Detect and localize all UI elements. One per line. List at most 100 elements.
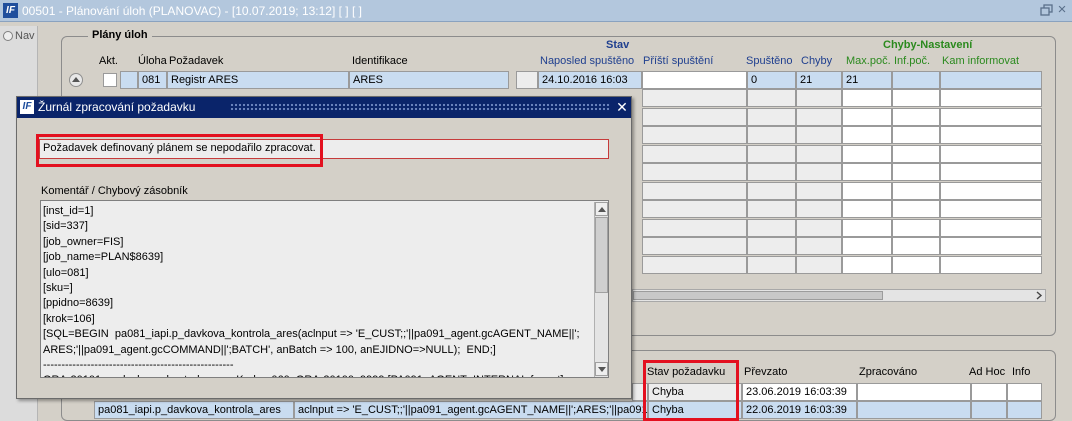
grid-empty-cell[interactable] bbox=[747, 218, 796, 237]
grid-empty-cell[interactable] bbox=[940, 237, 1042, 255]
request-info-cell[interactable] bbox=[1007, 383, 1042, 401]
row-indicator[interactable] bbox=[120, 71, 138, 89]
request-prevzato-cell[interactable]: 23.06.2019 16:03:39 bbox=[742, 383, 857, 401]
grid-empty-cell[interactable] bbox=[747, 89, 796, 107]
request-adhoc-cell[interactable] bbox=[971, 383, 1007, 401]
restore-window-icon[interactable] bbox=[1040, 4, 1054, 17]
grid-empty-cell[interactable] bbox=[642, 237, 747, 255]
grid-empty-cell[interactable] bbox=[747, 255, 796, 274]
cell-max-poc[interactable]: 21 bbox=[842, 71, 892, 89]
grid-empty-cell[interactable] bbox=[842, 89, 892, 107]
grid-empty-cell[interactable] bbox=[796, 237, 842, 255]
grid-empty-cell[interactable] bbox=[940, 126, 1042, 144]
cell-stav-button[interactable] bbox=[516, 71, 538, 89]
grid-empty-cell[interactable] bbox=[747, 126, 796, 144]
grid-empty-cell[interactable] bbox=[747, 200, 796, 218]
request-zpracovano-cell[interactable] bbox=[857, 401, 971, 419]
error-stack-textarea[interactable]: [inst_id=1] [sid=337] [job_owner=FIS] [j… bbox=[40, 200, 609, 378]
grid-empty-cell[interactable] bbox=[940, 144, 1042, 163]
dialog-close-icon[interactable]: ✕ bbox=[615, 98, 629, 116]
scroll-right-icon[interactable] bbox=[1034, 291, 1043, 300]
log-vertical-scrollbar[interactable] bbox=[594, 202, 608, 377]
grid-empty-cell[interactable] bbox=[940, 218, 1042, 237]
grid-empty-cell[interactable] bbox=[892, 107, 940, 126]
grid-empty-cell[interactable] bbox=[642, 200, 747, 218]
grid-empty-cell[interactable] bbox=[642, 163, 747, 181]
request-params-cell[interactable]: aclnput => 'E_CUST;;'||pa091_agent.gcAGE… bbox=[294, 401, 648, 419]
scroll-up-icon[interactable] bbox=[595, 202, 608, 216]
grid-empty-cell[interactable] bbox=[642, 255, 747, 274]
grid-empty-cell[interactable] bbox=[892, 181, 940, 200]
request-info-cell[interactable] bbox=[1007, 401, 1042, 419]
grid-empty-cell[interactable] bbox=[842, 144, 892, 163]
grid-empty-cell[interactable] bbox=[642, 181, 747, 200]
grid-empty-cell[interactable] bbox=[796, 126, 842, 144]
cell-pozadavek[interactable]: Registr ARES bbox=[167, 71, 349, 89]
grid-empty-cell[interactable] bbox=[842, 237, 892, 255]
grid-empty-cell[interactable] bbox=[842, 181, 892, 200]
cell-uloha[interactable]: 081 bbox=[138, 71, 167, 89]
grid-empty-cell[interactable] bbox=[796, 181, 842, 200]
grid-empty-cell[interactable] bbox=[842, 163, 892, 181]
nav-radio-button[interactable] bbox=[3, 31, 13, 41]
grid-empty-cell[interactable] bbox=[642, 89, 747, 107]
grid-empty-cell[interactable] bbox=[892, 89, 940, 107]
header-naposled: Naposled spuštěno bbox=[540, 55, 635, 67]
request-proc-cell[interactable]: pa081_iapi.p_davkova_kontrola_ares bbox=[94, 401, 294, 419]
grid-empty-cell[interactable] bbox=[892, 144, 940, 163]
grid-empty-cell[interactable] bbox=[892, 200, 940, 218]
grid-empty-cell[interactable] bbox=[892, 163, 940, 181]
grid-empty-cell[interactable] bbox=[747, 144, 796, 163]
grid-empty-cell[interactable] bbox=[940, 89, 1042, 107]
dialog-title-bar[interactable]: IF Žurnál zpracování požadavku ✕ bbox=[17, 97, 631, 118]
scroll-down-icon[interactable] bbox=[595, 362, 608, 376]
grid-empty-cell[interactable] bbox=[940, 163, 1042, 181]
grid-horizontal-scrollbar[interactable] bbox=[632, 289, 1046, 302]
grid-empty-cell[interactable] bbox=[796, 163, 842, 181]
grid-empty-cell[interactable] bbox=[642, 107, 747, 126]
grid-empty-cell[interactable] bbox=[796, 107, 842, 126]
grid-empty-cell[interactable] bbox=[842, 200, 892, 218]
akt-checkbox[interactable] bbox=[103, 73, 117, 87]
cell-pristi[interactable] bbox=[642, 71, 747, 89]
grid-scroll-up-button[interactable] bbox=[69, 73, 83, 87]
cell-kam[interactable] bbox=[940, 71, 1042, 89]
grid-empty-cell[interactable] bbox=[842, 126, 892, 144]
grid-empty-cell[interactable] bbox=[892, 126, 940, 144]
grid-empty-cell[interactable] bbox=[940, 107, 1042, 126]
grid-empty-cell[interactable] bbox=[842, 218, 892, 237]
grid-empty-cell[interactable] bbox=[892, 237, 940, 255]
grid-empty-cell[interactable] bbox=[747, 107, 796, 126]
header-kam: Kam informovat bbox=[942, 55, 1020, 67]
grid-empty-cell[interactable] bbox=[642, 144, 747, 163]
grid-empty-cell[interactable] bbox=[940, 181, 1042, 200]
grid-empty-cell[interactable] bbox=[642, 126, 747, 144]
cell-chyby[interactable]: 21 bbox=[796, 71, 842, 89]
grid-empty-cell[interactable] bbox=[842, 255, 892, 274]
grid-empty-cell[interactable] bbox=[796, 89, 842, 107]
grid-empty-cell[interactable] bbox=[747, 181, 796, 200]
grid-empty-cell[interactable] bbox=[892, 218, 940, 237]
grid-empty-cell[interactable] bbox=[796, 218, 842, 237]
cell-inf-poc[interactable] bbox=[892, 71, 940, 89]
cell-spusteno[interactable]: 0 bbox=[747, 71, 796, 89]
request-adhoc-cell[interactable] bbox=[971, 401, 1007, 419]
grid-empty-cell[interactable] bbox=[842, 107, 892, 126]
grid-empty-cell[interactable] bbox=[642, 218, 747, 237]
grid-empty-cell[interactable] bbox=[940, 255, 1042, 274]
grid-empty-cell[interactable] bbox=[796, 144, 842, 163]
log-scroll-thumb[interactable] bbox=[595, 217, 608, 293]
close-window-icon[interactable]: × bbox=[1055, 1, 1069, 19]
grid-empty-cell[interactable] bbox=[940, 200, 1042, 218]
dialog-logo-icon: IF bbox=[20, 100, 34, 114]
grid-empty-cell[interactable] bbox=[796, 255, 842, 274]
grid-empty-cell[interactable] bbox=[892, 255, 940, 274]
grid-empty-cell[interactable] bbox=[796, 200, 842, 218]
cell-identifikace[interactable]: ARES bbox=[349, 71, 509, 89]
grid-empty-cell[interactable] bbox=[747, 237, 796, 255]
cell-naposled[interactable]: 24.10.2016 16:03 bbox=[538, 71, 642, 89]
grid-scroll-thumb[interactable] bbox=[633, 291, 883, 300]
request-zpracovano-cell[interactable] bbox=[857, 383, 971, 401]
request-prevzato-cell[interactable]: 22.06.2019 16:03:39 bbox=[742, 401, 857, 419]
grid-empty-cell[interactable] bbox=[747, 163, 796, 181]
